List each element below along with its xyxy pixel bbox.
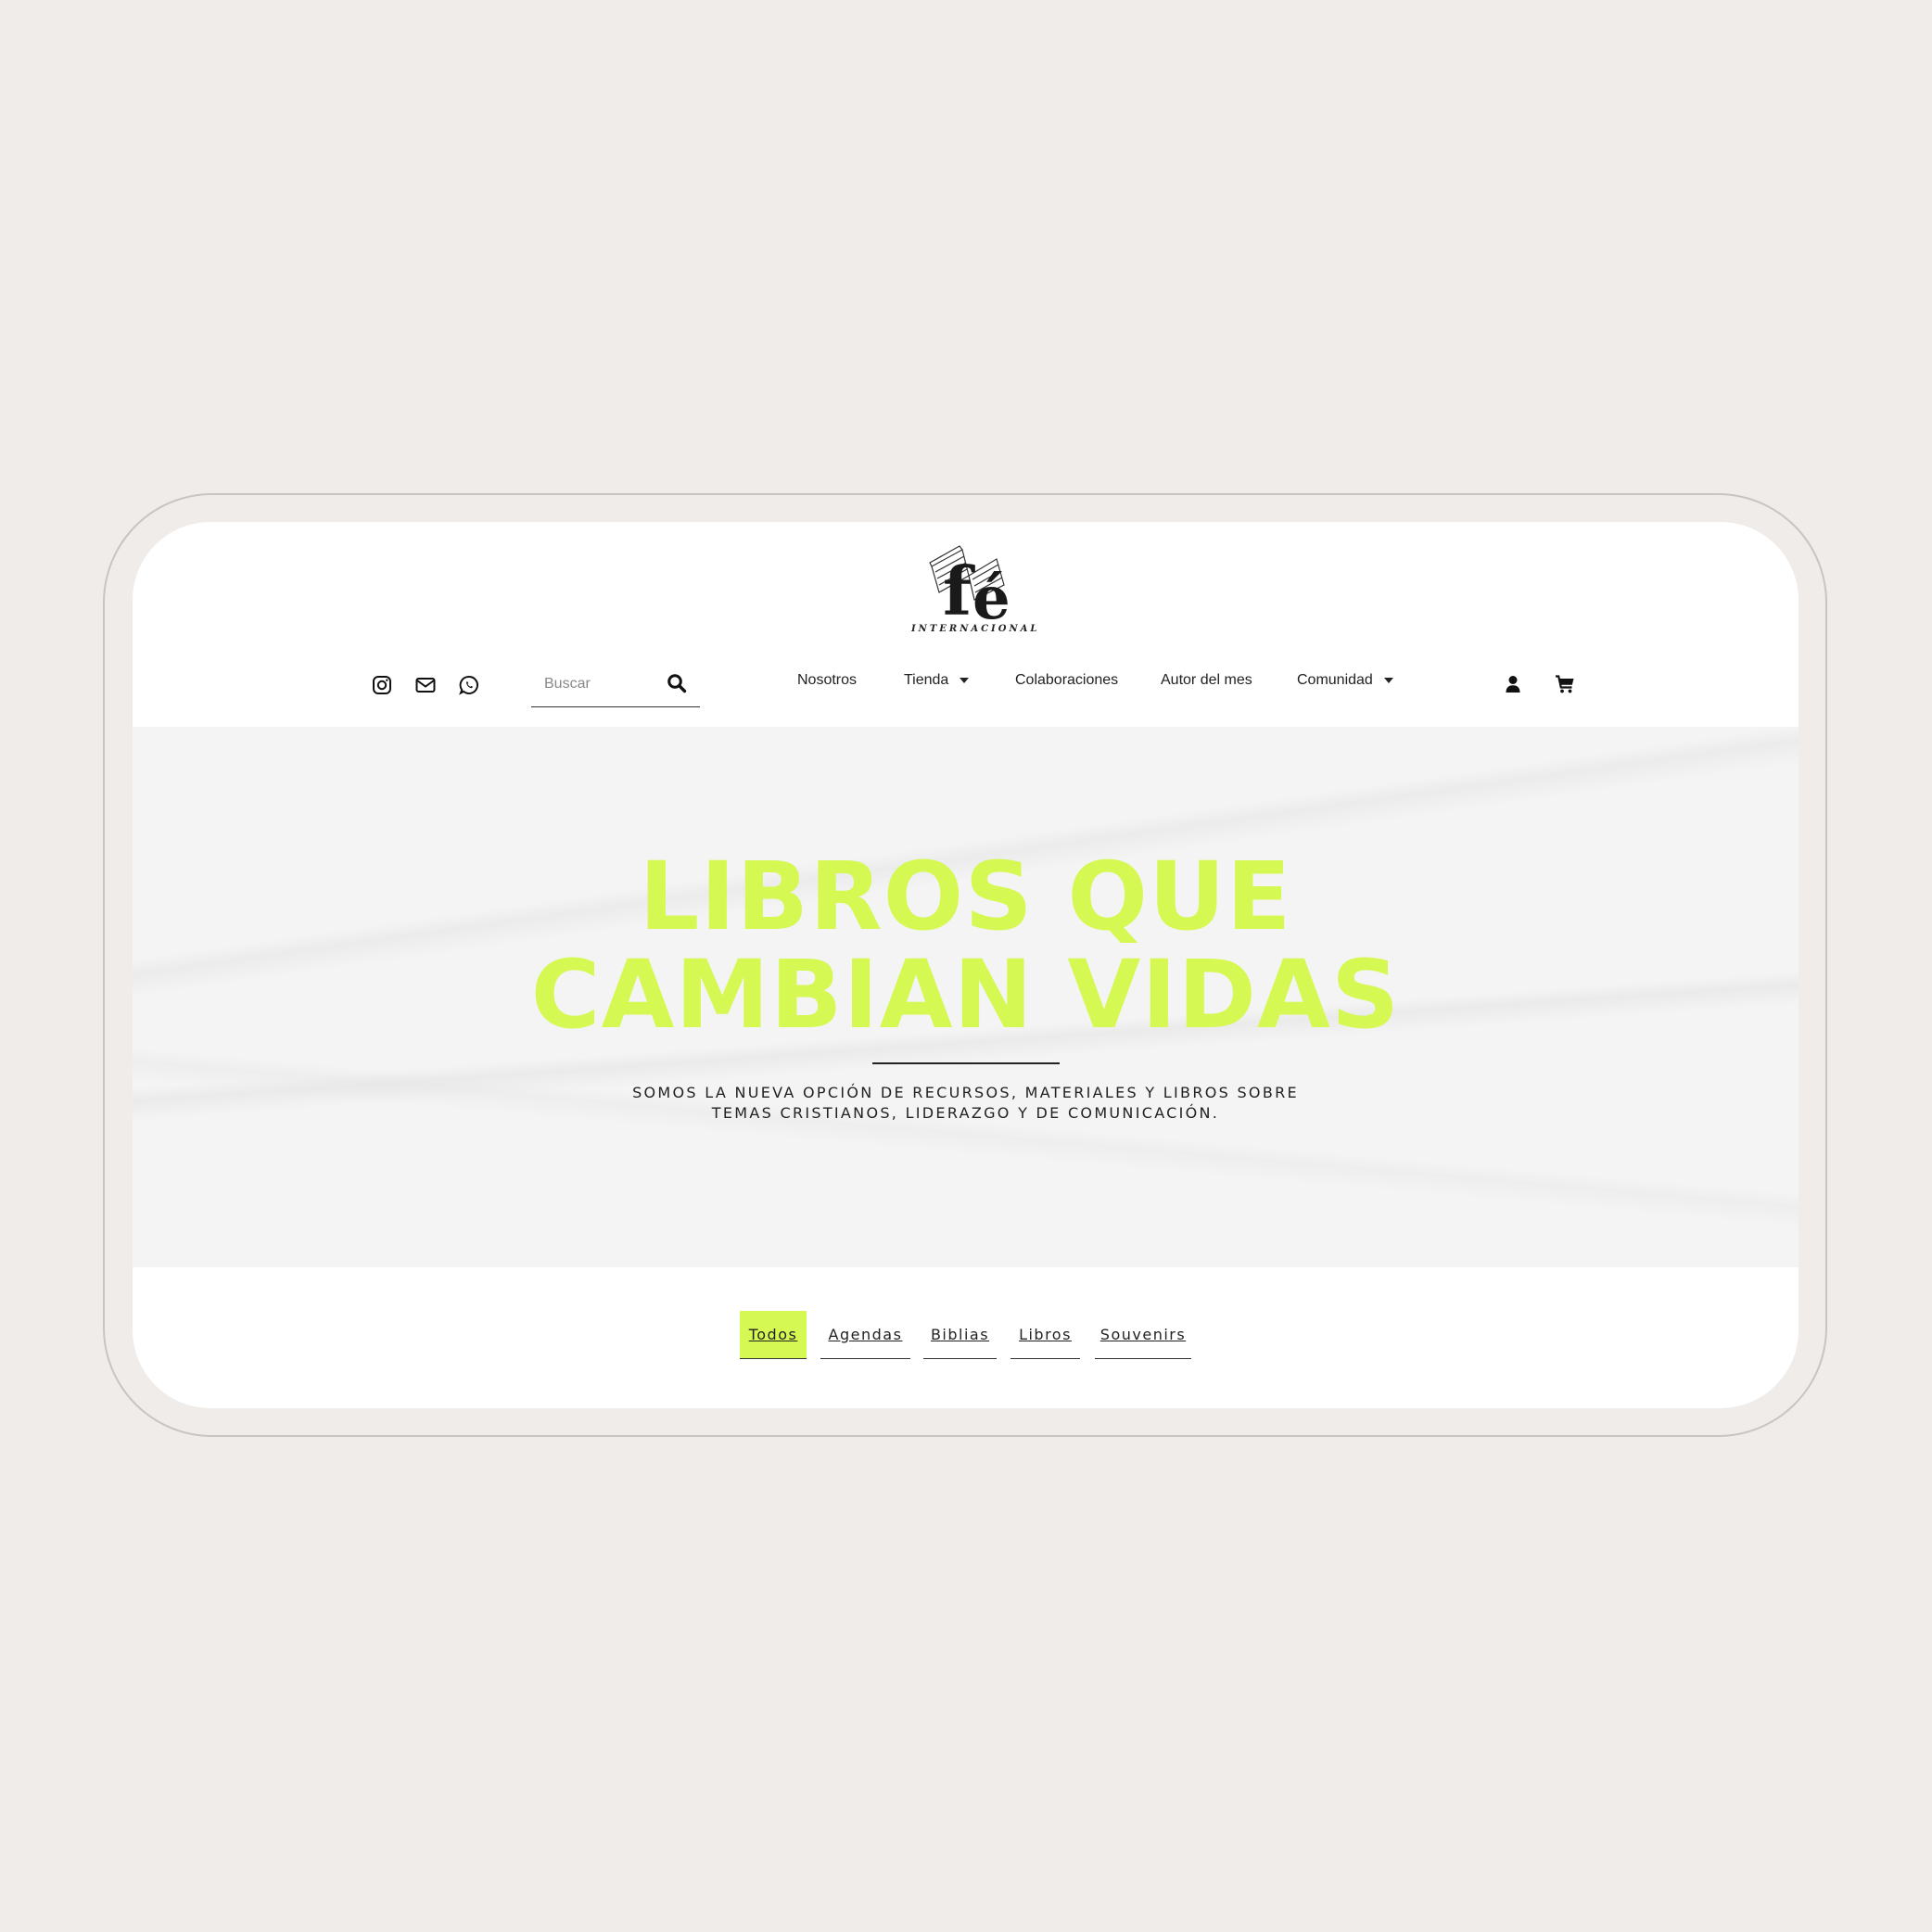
logo-mark: f é [929, 545, 1010, 627]
nav-tienda-label: Tienda [904, 672, 949, 688]
chevron-down-icon [960, 677, 970, 683]
filter-tab-todos[interactable]: Todos [740, 1311, 807, 1359]
filter-tab-libros[interactable]: Libros [1010, 1311, 1080, 1359]
whatsapp-icon[interactable] [458, 674, 480, 696]
nav-colaboraciones[interactable]: Colaboraciones [1015, 672, 1118, 689]
search-icon[interactable] [667, 673, 687, 693]
hero-banner: LIBROS QUE CAMBIAN VIDAS SOMOS LA NUEVA … [133, 727, 1799, 1267]
nav-tienda[interactable]: Tienda [904, 672, 970, 689]
site-logo[interactable]: f é INTERNACIONAL [911, 539, 1040, 641]
hero-subtitle-line1: SOMOS LA NUEVA OPCIÓN DE RECURSOS, MATER… [632, 1084, 1299, 1101]
hero-subtitle: SOMOS LA NUEVA OPCIÓN DE RECURSOS, MATER… [133, 1083, 1799, 1124]
email-icon[interactable] [414, 674, 437, 696]
instagram-icon[interactable] [371, 674, 393, 696]
filter-tab-biblias[interactable]: Biblias [923, 1311, 997, 1359]
nav-nosotros[interactable]: Nosotros [797, 672, 857, 689]
nav-comunidad-label: Comunidad [1297, 672, 1373, 688]
nav-autor-del-mes[interactable]: Autor del mes [1161, 672, 1252, 689]
hero-title-line1: LIBROS QUE [639, 842, 1292, 952]
hero-title: LIBROS QUE CAMBIAN VIDAS [133, 848, 1799, 1045]
svg-text:f: f [943, 552, 975, 627]
user-icon[interactable] [1502, 673, 1524, 695]
hero-subtitle-line2: TEMAS CRISTIANOS, LIDERAZGO Y DE COMUNIC… [711, 1104, 1220, 1122]
cart-icon[interactable] [1554, 673, 1576, 695]
nav-comunidad[interactable]: Comunidad [1297, 672, 1393, 689]
search-input[interactable] [542, 670, 657, 698]
hero-title-line2: CAMBIAN VIDAS [530, 940, 1401, 1050]
hero-divider [872, 1062, 1060, 1064]
search-box [531, 661, 700, 707]
browser-screen: f é INTERNACIONAL Nosotros Tienda Colabo… [133, 522, 1799, 1408]
logo-wordmark: INTERNACIONAL [911, 624, 1040, 634]
svg-text:é: é [972, 564, 1010, 627]
filter-tab-agendas[interactable]: Agendas [820, 1311, 910, 1359]
chevron-down-icon [1383, 677, 1393, 683]
filter-tab-souvenirs[interactable]: Souvenirs [1095, 1311, 1191, 1359]
